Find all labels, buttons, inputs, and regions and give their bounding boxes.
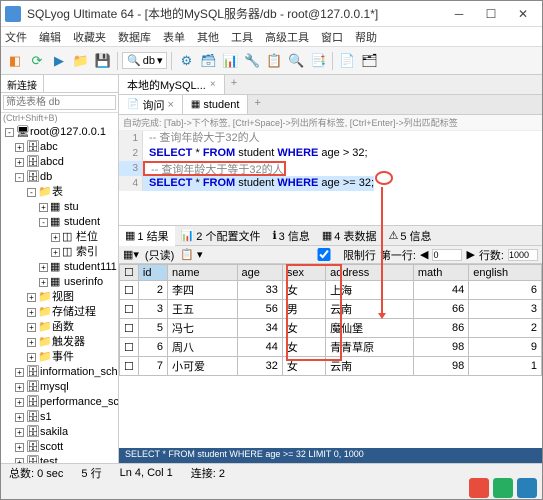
highlight-arrow — [381, 187, 383, 317]
result-tab-5[interactable]: ⚠5 信息 — [382, 226, 437, 246]
result-tabs: ▦1 结果 📊2 个配置文件 ℹ3 信息 ▦4 表数据 ⚠5 信息 — [119, 226, 542, 246]
tool-icon-1[interactable]: ⚙ — [176, 51, 196, 71]
add-qtab-button[interactable]: + — [248, 95, 266, 114]
status-conn: 连接: 2 — [191, 465, 225, 481]
menu-table[interactable]: 表单 — [163, 29, 185, 45]
menu-window[interactable]: 窗口 — [321, 29, 343, 45]
status-total: 总数: 0 sec — [9, 465, 63, 481]
first-row-input[interactable] — [432, 249, 462, 261]
table-tab[interactable]: ▦student — [183, 95, 249, 114]
save-icon[interactable]: 💾 — [93, 51, 113, 71]
results-panel: ▦▾ (只读) 📋 ▾ 限制行 第一行:◀▶ 行数: ☐idnameagesex… — [119, 246, 542, 463]
tool-icon-3[interactable]: 📊 — [220, 51, 240, 71]
tool-icon-4[interactable]: 🔧 — [242, 51, 262, 71]
tray-icon-3[interactable] — [517, 478, 537, 498]
query-tab[interactable]: 📄询问× — [119, 95, 183, 114]
status-pos: Ln 4, Col 1 — [120, 467, 173, 479]
minimize-button[interactable]: ─ — [444, 4, 474, 24]
statusbar: 总数: 0 sec 5 行 Ln 4, Col 1 连接: 2 — [1, 463, 542, 481]
add-tab-button[interactable]: + — [225, 75, 243, 94]
close-button[interactable]: ✕ — [508, 4, 538, 24]
tool-icon-6[interactable]: 🔍 — [286, 51, 306, 71]
app-logo-icon — [5, 6, 21, 22]
menu-tools[interactable]: 工具 — [231, 29, 253, 45]
menu-db[interactable]: 数据库 — [118, 29, 151, 45]
result-tab-4[interactable]: ▦4 表数据 — [316, 226, 383, 246]
result-tab-1[interactable]: ▦1 结果 — [119, 226, 175, 246]
tool-icon-2[interactable]: 🗃 — [198, 51, 218, 71]
status-rows: 5 行 — [81, 465, 101, 481]
tray-icon-1[interactable] — [469, 478, 489, 498]
db-tree[interactable]: -🖥root@127.0.0.1 +🗄abc +🗄abcd -🗄db -📁表 +… — [1, 123, 118, 463]
titlebar: SQLyog Ultimate 64 - [本地的MySQL服务器/db - r… — [1, 1, 542, 27]
menu-help[interactable]: 帮助 — [355, 29, 377, 45]
readonly-label: (只读) — [145, 247, 174, 263]
menu-adv[interactable]: 高级工具 — [265, 29, 309, 45]
row-count-input[interactable] — [508, 249, 538, 261]
sidebar: 新连接 (Ctrl+Shift+B) -🖥root@127.0.0.1 +🗄ab… — [1, 75, 119, 463]
menubar: 文件 编辑 收藏夹 数据库 表单 其他 工具 高级工具 窗口 帮助 — [1, 27, 542, 47]
status-query: SELECT * FROM student WHERE age >= 32 LI… — [119, 448, 542, 463]
folder-icon[interactable]: 📁 — [71, 51, 91, 71]
maximize-button[interactable]: ☐ — [476, 4, 506, 24]
limit-checkbox[interactable] — [309, 248, 339, 261]
filter-input[interactable] — [3, 95, 116, 110]
result-tab-2[interactable]: 📊2 个配置文件 — [175, 226, 267, 246]
tool-icon-8[interactable]: 📄 — [337, 51, 357, 71]
menu-file[interactable]: 文件 — [5, 29, 27, 45]
tray-icon-2[interactable] — [493, 478, 513, 498]
autocomplete-hint: 自动完成: [Tab]->下个标签, [Ctrl+Space]->列出所有标签,… — [119, 115, 542, 131]
refresh-icon[interactable]: ⟳ — [27, 51, 47, 71]
filter-hint: (Ctrl+Shift+B) — [1, 113, 118, 123]
db-selector[interactable]: 🔍 db ▾ — [122, 52, 167, 69]
menu-other[interactable]: 其他 — [197, 29, 219, 45]
tool-icon-7[interactable]: 📑 — [308, 51, 328, 71]
window-title: SQLyog Ultimate 64 - [本地的MySQL服务器/db - r… — [27, 5, 444, 22]
sql-editor[interactable]: 1-- 查询年龄大于32的人 2SELECT * FROM student WH… — [119, 131, 542, 226]
result-grid[interactable]: ☐idnameagesexaddressmathenglish ☐2李四33女上… — [119, 264, 542, 376]
conn-tab[interactable]: 本地的MySQL...× — [119, 75, 225, 94]
highlight-circle — [375, 171, 393, 185]
new-conn-icon[interactable]: ◧ — [5, 51, 25, 71]
tool-icon-5[interactable]: 📋 — [264, 51, 284, 71]
tool-icon-9[interactable]: 🗂 — [359, 51, 379, 71]
execute-icon[interactable]: ▶ — [49, 51, 69, 71]
menu-fav[interactable]: 收藏夹 — [73, 29, 106, 45]
grid-icon[interactable]: ▦▾ — [123, 248, 139, 261]
result-tab-3[interactable]: ℹ3 信息 — [266, 226, 315, 246]
menu-edit[interactable]: 编辑 — [39, 29, 61, 45]
conn-tab[interactable]: 新连接 — [1, 75, 44, 92]
toolbar: ◧ ⟳ ▶ 📁 💾 🔍 db ▾ ⚙ 🗃 📊 🔧 📋 🔍 📑 📄 🗂 — [1, 47, 542, 75]
